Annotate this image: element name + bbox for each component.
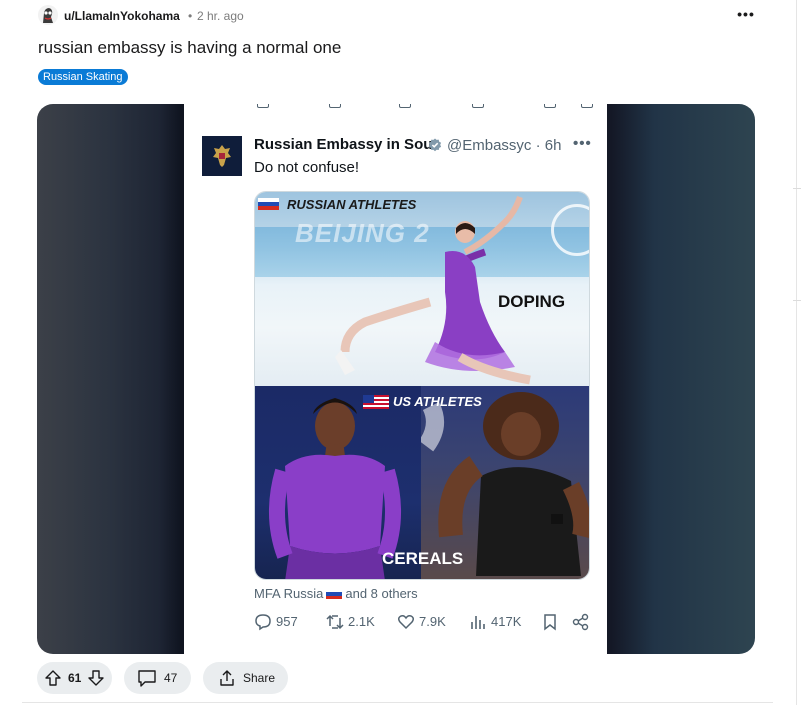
views-chart-icon: [471, 616, 485, 629]
liked-by-others: and 8 others: [345, 586, 418, 601]
share-label: Share: [243, 671, 276, 685]
like-count: 7.9K: [419, 614, 446, 629]
cut-off-action-row: [184, 104, 607, 108]
tweet-liked-by: MFA Russia and 8 others: [254, 586, 418, 601]
tweet-text: Do not confuse!: [254, 159, 360, 176]
embedded-tweet-screenshot: Russian Embassy in Sou @Embassyc · 6h ••…: [184, 104, 607, 654]
tweet-actions: 957 2.1K 7.9K 417K: [254, 612, 594, 632]
russian-athletes-label: RUSSIAN ATHLETES: [287, 197, 417, 212]
more-options-button[interactable]: •••: [735, 4, 757, 24]
embassy-avatar: [202, 136, 242, 176]
vote-pill: 61: [37, 662, 112, 694]
views-count: 417K: [491, 614, 522, 629]
vote-count: 61: [68, 671, 82, 685]
repost-icon: [326, 614, 344, 630]
edge-tick: [793, 188, 801, 189]
share-icon: [220, 670, 234, 686]
figure-skater-illustration: [335, 196, 531, 385]
us-flag-icon: [363, 395, 389, 409]
comment-bubble-icon: [138, 670, 156, 687]
reply-count: 957: [276, 614, 298, 629]
russia-flag-icon: [326, 589, 343, 599]
heart-icon: [397, 615, 415, 630]
cereals-caption: CEREALS: [382, 549, 464, 568]
upvote-icon[interactable]: [45, 670, 61, 686]
liked-by-account: MFA Russia: [254, 586, 324, 601]
post-media[interactable]: Russian Embassy in Sou @Embassyc · 6h ••…: [37, 104, 755, 654]
bookmark-icon: [544, 614, 556, 631]
post-flair[interactable]: Russian Skating: [38, 69, 128, 85]
share-nodes-icon: [572, 613, 589, 631]
post-author[interactable]: u/LlamaInYokohama: [64, 9, 180, 23]
author-avatar[interactable]: [38, 5, 58, 25]
page-edge-rule: [796, 0, 797, 705]
reply-icon: [255, 614, 271, 631]
us-athletes-label: US ATHLETES: [393, 394, 482, 409]
tweet-handle-time: @Embassyc · 6h: [447, 137, 562, 154]
post-title[interactable]: russian embassy is having a normal one: [38, 38, 341, 58]
post-divider: [22, 702, 773, 703]
russia-flag-icon: [258, 198, 279, 210]
verified-badge-icon: [428, 138, 442, 152]
tweet-image: BEIJING 2 RUSSIAN ATHLETES DOPING US ATH…: [254, 191, 590, 580]
meta-separator: •: [188, 9, 193, 23]
doping-caption: DOPING: [498, 292, 566, 311]
edge-tick: [793, 300, 801, 301]
post-timestamp: 2 hr. ago: [197, 9, 244, 23]
tweet-more-icon: •••: [573, 135, 592, 152]
share-button[interactable]: Share: [203, 662, 288, 694]
downvote-icon[interactable]: [88, 670, 104, 686]
comments-button[interactable]: 47: [124, 662, 191, 694]
comment-count: 47: [164, 671, 178, 685]
repost-count: 2.1K: [348, 614, 375, 629]
tweet-display-name: Russian Embassy in Sou: [254, 136, 433, 153]
russian-athletes-panel: BEIJING 2 RUSSIAN ATHLETES DOPING: [255, 192, 589, 386]
